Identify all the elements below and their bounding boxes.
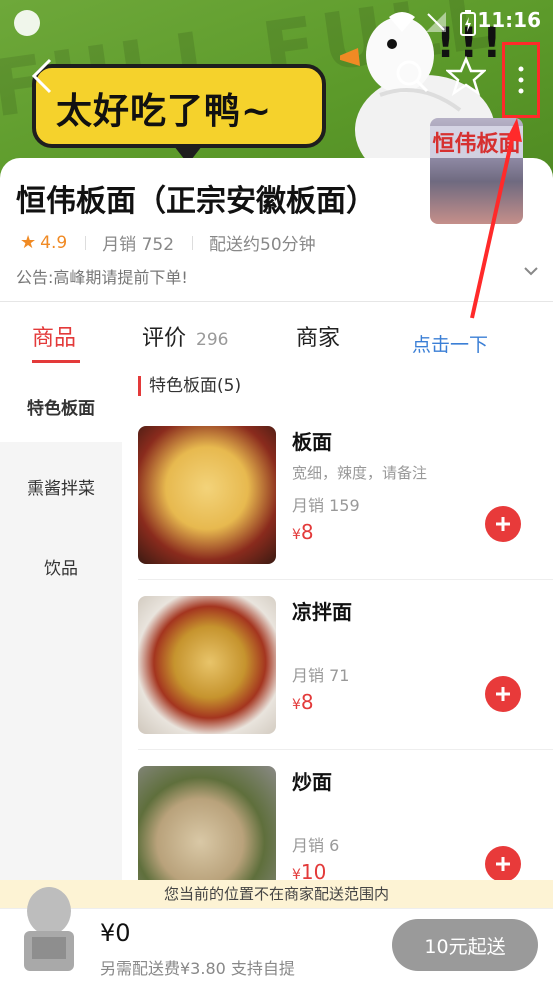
currency-symbol: ¥: [292, 527, 301, 543]
dish-photo[interactable]: [138, 426, 276, 564]
dish-sales: 月销 159: [292, 496, 360, 515]
search-icon[interactable]: [394, 58, 430, 94]
monthly-sales: 月销 752: [102, 235, 175, 255]
price-value: 8: [300, 520, 314, 544]
tab-reviews-label: 评价: [142, 326, 187, 351]
dish-name: 炒面: [292, 770, 332, 794]
price-value: 10: [300, 860, 327, 880]
divider: [85, 235, 87, 250]
category-item-marinated[interactable]: 熏酱拌菜: [0, 450, 122, 522]
menu-item[interactable]: 板面 宽细，辣度，请备注 月销 159 ¥8: [138, 426, 553, 596]
dish-price: ¥8: [292, 520, 314, 544]
delivery-time: 配送约50分钟: [209, 235, 316, 255]
plus-icon: [496, 857, 510, 871]
add-to-cart-button[interactable]: [485, 846, 521, 880]
status-time: 11:16: [477, 8, 541, 32]
tab-merchant[interactable]: 商家: [296, 320, 340, 352]
battery-icon: [460, 10, 476, 36]
more-vertical-icon: [518, 66, 524, 94]
cart-bar: ¥0 另需配送费¥3.80 支持自提 10元起送: [0, 887, 553, 983]
category-item-featured[interactable]: 特色板面: [0, 370, 122, 442]
divider: [138, 749, 553, 750]
delivery-fee: 另需配送费¥3.80 支持自提: [100, 959, 295, 978]
min-order-button[interactable]: 10元起送: [392, 919, 538, 971]
bubble-text: 太好吃了鸭~: [56, 91, 273, 132]
status-bar: 11:16: [0, 4, 553, 36]
dish-photo[interactable]: [138, 596, 276, 734]
back-icon[interactable]: [26, 58, 58, 94]
price-value: 8: [300, 690, 314, 714]
store-photo[interactable]: 恒伟板面: [430, 118, 523, 224]
store-notice[interactable]: 公告:高峰期请提前下单!: [16, 264, 188, 288]
divider: [192, 235, 194, 250]
tab-reviews[interactable]: 评价 296: [142, 320, 228, 352]
store-stats: ★ 4.9 月销 752 配送约50分钟: [20, 230, 316, 255]
cart-icon[interactable]: [10, 881, 88, 973]
dish-name: 板面: [292, 430, 332, 454]
category-sidebar: 特色板面 熏酱拌菜 饮品: [0, 370, 122, 880]
cart-total: ¥0: [100, 919, 131, 947]
plus-icon: [496, 517, 510, 531]
section-title: 特色板面(5): [138, 376, 241, 396]
signal-icon: [426, 12, 446, 32]
rating-star-icon: ★: [20, 232, 37, 253]
dish-sales: 月销 71: [292, 666, 350, 685]
favorite-star-icon[interactable]: [446, 56, 486, 96]
add-to-cart-button[interactable]: [485, 506, 521, 542]
currency-symbol: ¥: [292, 697, 301, 713]
menu-item[interactable]: 炒面 月销 6 ¥10: [138, 766, 553, 880]
dish-price: ¥10: [292, 860, 326, 880]
plus-icon: [496, 687, 510, 701]
store-name: 恒伟板面（正宗安徽板面）: [16, 184, 376, 219]
tab-goods[interactable]: 商品: [32, 320, 76, 352]
dish-photo[interactable]: [138, 766, 276, 880]
wifi-icon: [389, 12, 415, 32]
review-count: 296: [196, 330, 229, 350]
annotation-text: 点击一下: [412, 334, 489, 356]
menu-item[interactable]: 凉拌面 月销 71 ¥8: [138, 596, 553, 766]
add-to-cart-button[interactable]: [485, 676, 521, 712]
more-menu-button[interactable]: [502, 42, 540, 118]
dish-desc: 宽细，辣度，请备注: [292, 464, 428, 482]
store-rating: 4.9: [40, 232, 68, 253]
app-logo-icon: [14, 10, 40, 36]
speech-bubble: 太好吃了鸭~: [32, 64, 326, 164]
dish-price: ¥8: [292, 690, 314, 714]
divider: [138, 579, 553, 580]
dish-name: 凉拌面: [292, 600, 352, 624]
chevron-down-icon[interactable]: [522, 262, 540, 280]
store-photo-sign: 恒伟板面: [430, 126, 523, 158]
active-tab-indicator: [32, 360, 80, 363]
currency-symbol: ¥: [292, 867, 301, 880]
category-item-drinks[interactable]: 饮品: [0, 530, 122, 602]
dish-sales: 月销 6: [292, 836, 340, 855]
